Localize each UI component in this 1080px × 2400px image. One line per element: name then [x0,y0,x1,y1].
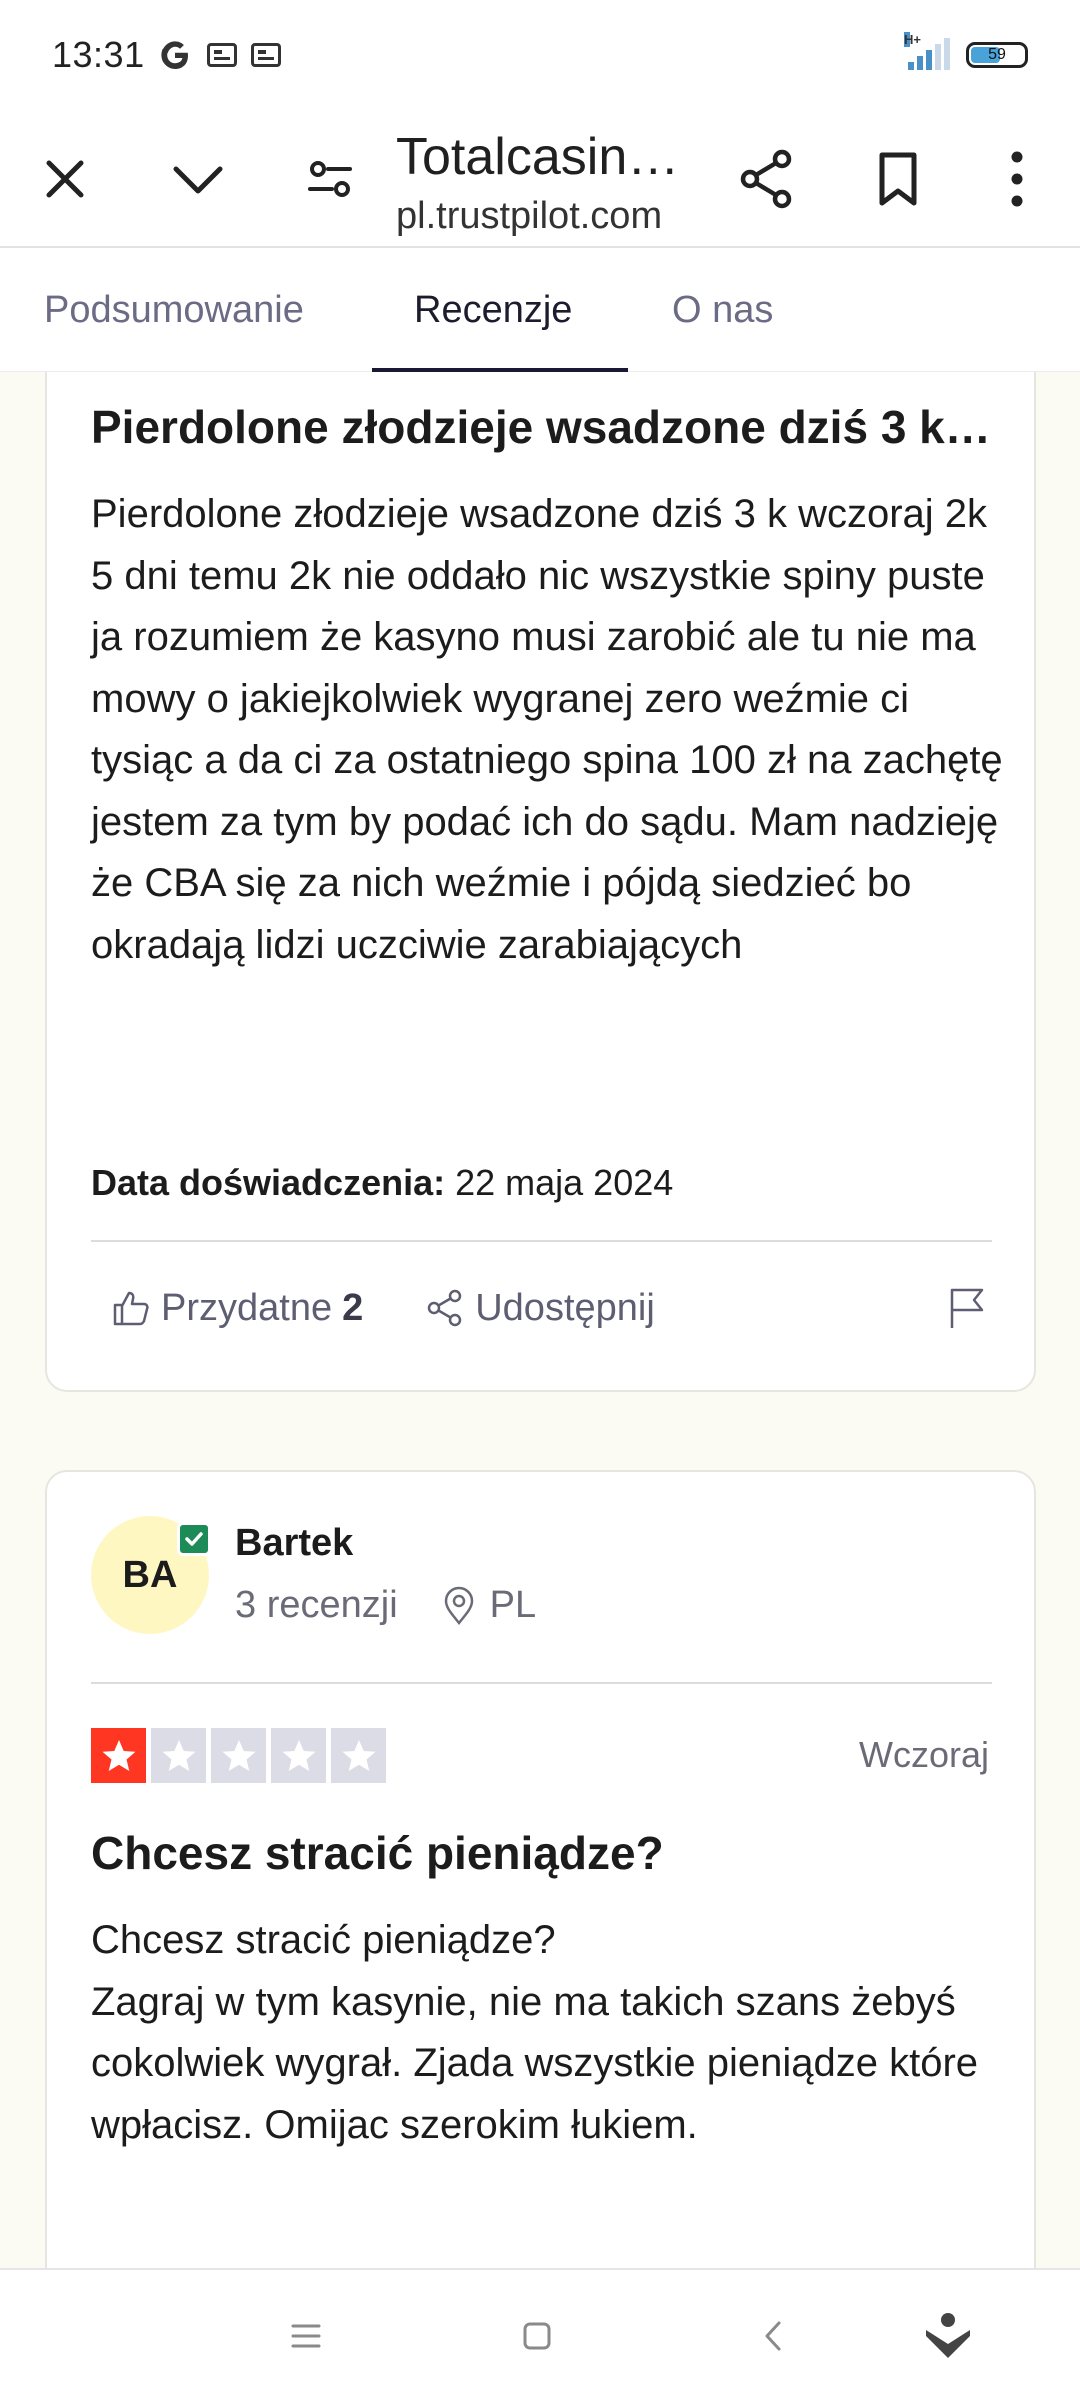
experience-label: Data doświadczenia: [91,1162,446,1203]
more-vertical-icon [1011,151,1023,207]
useful-label: Przydatne [161,1286,333,1329]
experience-value: 22 maja 2024 [455,1162,674,1203]
review-count: 3 recenzji [235,1584,398,1626]
notification-icon [250,43,281,67]
star-icon [102,1739,135,1771]
tune-icon [308,161,352,197]
star-icon [162,1739,195,1771]
author-meta: 3 recenzji PL [235,1584,536,1627]
close-button[interactable] [30,144,100,214]
home-button[interactable] [507,2306,567,2366]
report-button[interactable] [948,1286,986,1330]
share-icon [427,1289,462,1327]
assistant-button[interactable] [918,2306,978,2366]
signal-icon: H+ [904,32,950,70]
review-body: Chcesz stracić pieniądze? Zagraj w tym k… [91,1910,1011,2156]
square-icon [523,2322,551,2350]
share-label: Udostępnij [475,1286,655,1329]
battery-level: 59 [988,46,1006,63]
useful-count: 2 [342,1286,364,1329]
menu-button[interactable] [276,2306,336,2366]
review-title[interactable]: Pierdolone złodzieje wsadzone dziś 3 k… [91,398,991,456]
review-date: Wczoraj [858,1734,989,1775]
status-time: 13:31 [52,34,145,75]
share-icon [740,149,792,209]
star [151,1728,206,1783]
status-bar: 13:31 H+ 59 [0,0,1080,110]
review-title[interactable]: Chcesz stracić pieniądze? [91,1824,991,1882]
country-code: PL [489,1584,537,1626]
experience-date: Data doświadczenia: 22 maja 2024 [91,1162,673,1204]
review-card: Pierdolone złodzieje wsadzone dziś 3 k… … [45,372,1036,1392]
status-right: H+ 59 [904,32,1028,70]
assistant-icon [926,2313,970,2358]
collapse-button[interactable] [163,144,233,214]
star [211,1728,266,1783]
review-body-line: Zagraj w tym kasynie, nie ma takich szan… [91,1979,979,2147]
flag-icon [950,1288,984,1328]
back-icon [765,2321,781,2351]
review-body-line: Chcesz stracić pieniądze? [91,1918,556,1962]
tab-bar: Podsumowanie Recenzje O nas [0,248,1080,372]
author-name[interactable]: Bartek [235,1522,353,1565]
review-body: Pierdolone złodzieje wsadzone dziś 3 k w… [91,492,1003,967]
star-icon [342,1739,375,1771]
google-icon [160,41,188,69]
back-button[interactable] [743,2306,803,2366]
check-icon [185,1532,203,1546]
bookmark-button[interactable] [863,144,933,214]
url-block[interactable]: Totalcasin… pl.trustpilot.com [396,120,679,238]
tab-recenzje[interactable]: Recenzje [414,248,572,372]
review-card: BA Bartek 3 recenzji PL Wczoraj Chcesz s… [45,1470,1036,2268]
star-icon [282,1739,315,1771]
divider [91,1682,992,1684]
share-review-button[interactable]: Udostępnij [425,1287,655,1330]
bookmark-icon [879,152,917,206]
menu-icon [291,2324,321,2348]
useful-button[interactable]: Przydatne 2 [111,1287,363,1330]
thumbs-up-icon [113,1291,149,1326]
star-icon [222,1739,255,1771]
tab-podsumowanie[interactable]: Podsumowanie [44,248,304,372]
network-type: H+ [904,32,921,47]
more-options-button[interactable] [982,144,1052,214]
close-icon [46,160,84,198]
page-host: pl.trustpilot.com [396,195,663,237]
browser-toolbar: Totalcasin… pl.trustpilot.com [0,110,1080,248]
system-navigation-bar [0,2268,1080,2400]
divider [91,1240,992,1242]
notification-icon [206,43,237,67]
page-title: Totalcasin… [396,128,680,186]
chevron-down-icon [173,166,223,194]
share-button[interactable] [731,144,801,214]
verified-badge [177,1522,211,1556]
status-notification-icons [157,37,281,73]
tab-o-nas[interactable]: O nas [672,248,773,372]
site-settings-button[interactable] [295,144,365,214]
star [91,1728,146,1783]
location-pin-icon [444,1586,473,1625]
review-actions: Przydatne 2 Udostępnij [91,1268,992,1348]
reviews-list[interactable]: Pierdolone złodzieje wsadzone dziś 3 k… … [0,372,1080,2268]
star [271,1728,326,1783]
battery-icon: 59 [966,42,1028,68]
author-location: PL [442,1584,536,1627]
star [331,1728,386,1783]
star-rating [91,1728,386,1783]
